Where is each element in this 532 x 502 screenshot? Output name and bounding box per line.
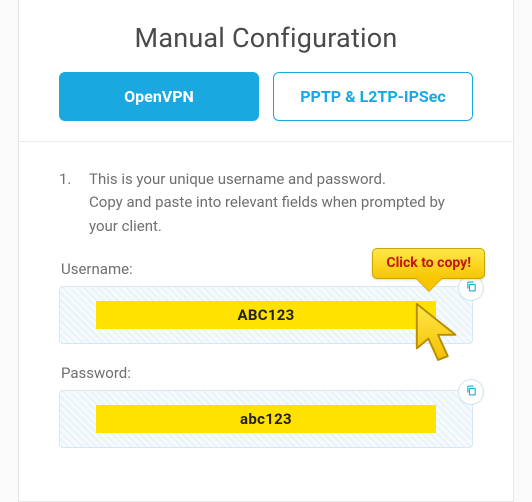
copy-icon bbox=[465, 278, 478, 297]
password-box: abc123 bbox=[59, 390, 473, 448]
panel-header: Manual Configuration OpenVPN PPTP & L2TP… bbox=[19, 0, 513, 142]
tab-pptp-l2tp[interactable]: PPTP & L2TP-IPSec bbox=[273, 72, 473, 121]
copy-username-button[interactable] bbox=[458, 275, 484, 301]
page-title: Manual Configuration bbox=[39, 22, 493, 54]
password-label: Password: bbox=[59, 364, 473, 382]
credentials: Username: ABC123 Password: bbox=[59, 260, 473, 448]
step-line-1: This is your unique username and passwor… bbox=[89, 170, 386, 188]
panel-content: 1. This is your unique username and pass… bbox=[19, 142, 513, 488]
protocol-tabs: OpenVPN PPTP & L2TP-IPSec bbox=[39, 72, 493, 121]
copy-icon bbox=[465, 382, 478, 401]
config-panel: Manual Configuration OpenVPN PPTP & L2TP… bbox=[18, 0, 514, 502]
step-text: This is your unique username and passwor… bbox=[89, 168, 473, 238]
copy-password-button[interactable] bbox=[458, 379, 484, 405]
username-field: Username: ABC123 bbox=[59, 260, 473, 344]
username-box: ABC123 bbox=[59, 286, 473, 344]
tab-openvpn[interactable]: OpenVPN bbox=[59, 72, 259, 121]
step-line-2: Copy and paste into relevant fields when… bbox=[89, 193, 445, 234]
password-field: Password: abc123 bbox=[59, 364, 473, 448]
password-value: abc123 bbox=[96, 405, 436, 433]
instruction-step: 1. This is your unique username and pass… bbox=[59, 168, 473, 238]
step-number: 1. bbox=[59, 168, 73, 238]
username-label: Username: bbox=[59, 260, 473, 278]
username-value: ABC123 bbox=[96, 301, 436, 329]
